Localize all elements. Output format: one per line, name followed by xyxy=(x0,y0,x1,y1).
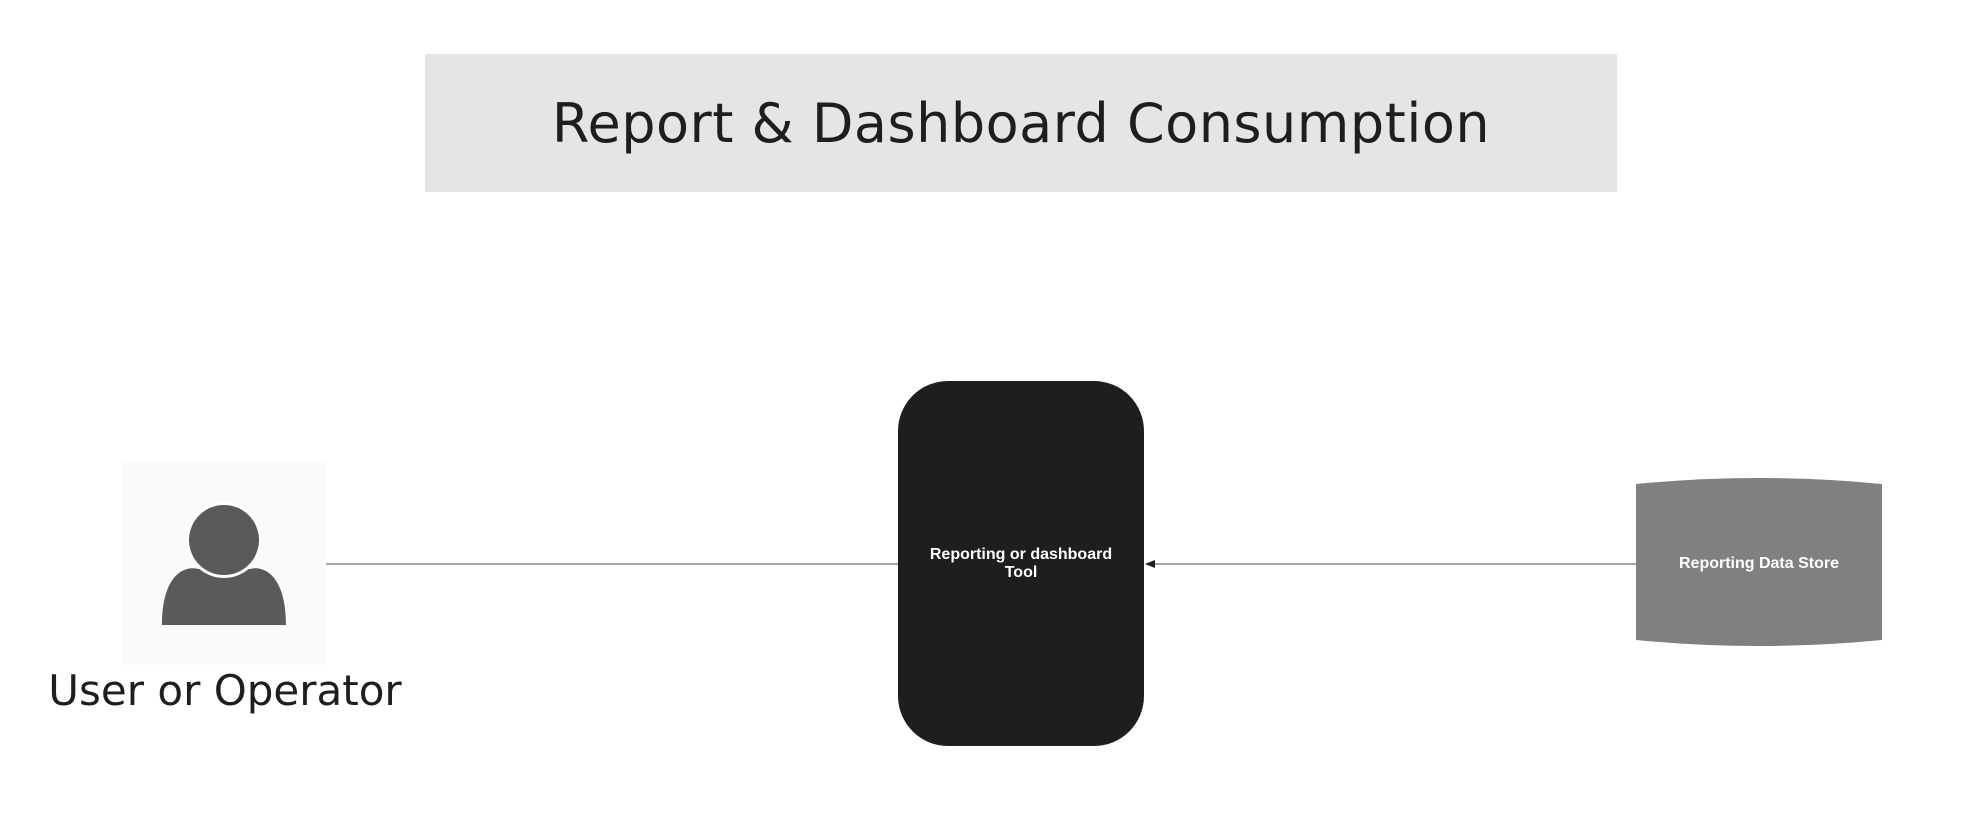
user-icon xyxy=(162,502,286,625)
user-node[interactable] xyxy=(123,462,325,665)
reporting-tool-node[interactable]: Reporting or dashboard Tool xyxy=(898,381,1144,746)
reporting-tool-label: Reporting or dashboard Tool xyxy=(929,545,1113,581)
reporting-data-store-label: Reporting Data Store xyxy=(1678,555,1839,572)
user-label: User or Operator xyxy=(48,666,402,715)
reporting-data-store-node[interactable]: Reporting Data Store xyxy=(1636,476,1882,652)
